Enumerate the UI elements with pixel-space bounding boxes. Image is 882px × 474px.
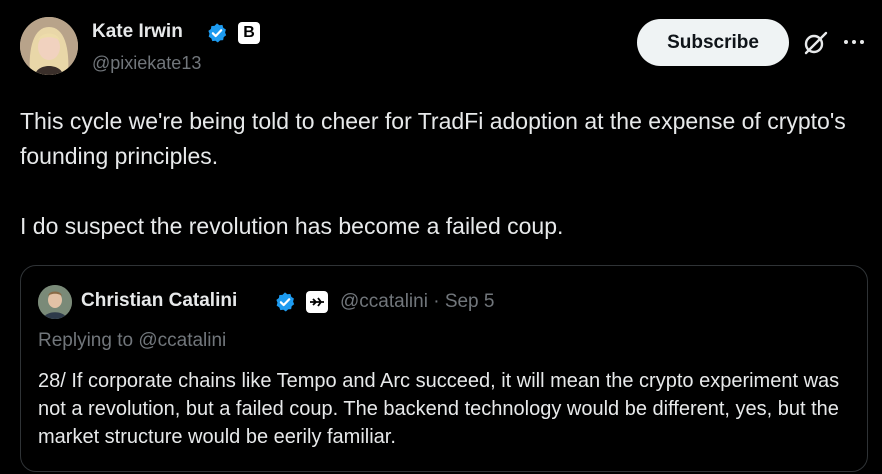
tweet-paragraph: I do suspect the revolution has become a… xyxy=(20,213,564,239)
quoted-author-avatar[interactable] xyxy=(38,285,72,319)
subscribe-button[interactable]: Subscribe xyxy=(637,19,789,66)
quoted-handle-date[interactable]: @ccatalini · Sep 5 xyxy=(340,291,494,313)
quoted-author-name[interactable]: Christian Catalini xyxy=(81,290,237,312)
affiliate-badge-icon[interactable]: B xyxy=(238,22,260,44)
quoted-affiliate-badge-icon[interactable] xyxy=(306,291,328,313)
replying-to[interactable]: Replying to @ccatalini xyxy=(38,330,226,352)
author-avatar[interactable] xyxy=(20,17,78,75)
affiliate-badge-letter: B xyxy=(243,24,255,41)
verified-badge-icon xyxy=(208,23,227,43)
tweet-paragraph: This cycle we're being told to cheer for… xyxy=(20,108,846,169)
quoted-verified-badge-icon xyxy=(276,292,295,312)
quoted-author-avatar-image xyxy=(38,285,72,319)
more-horizontal-icon[interactable] xyxy=(842,33,866,51)
author-avatar-image xyxy=(20,17,78,75)
quoted-tweet-text: 28/ If corporate chains like Tempo and A… xyxy=(38,370,840,448)
affiliate-logo-icon xyxy=(310,297,324,307)
quoted-tweet-card[interactable]: Christian Catalini @ccatalini · Sep 5 Re… xyxy=(20,265,868,472)
grok-slash-icon[interactable] xyxy=(801,29,829,57)
tweet-text: This cycle we're being told to cheer for… xyxy=(20,104,870,244)
author-handle[interactable]: @pixiekate13 xyxy=(92,53,201,74)
author-name[interactable]: Kate Irwin xyxy=(92,21,183,43)
